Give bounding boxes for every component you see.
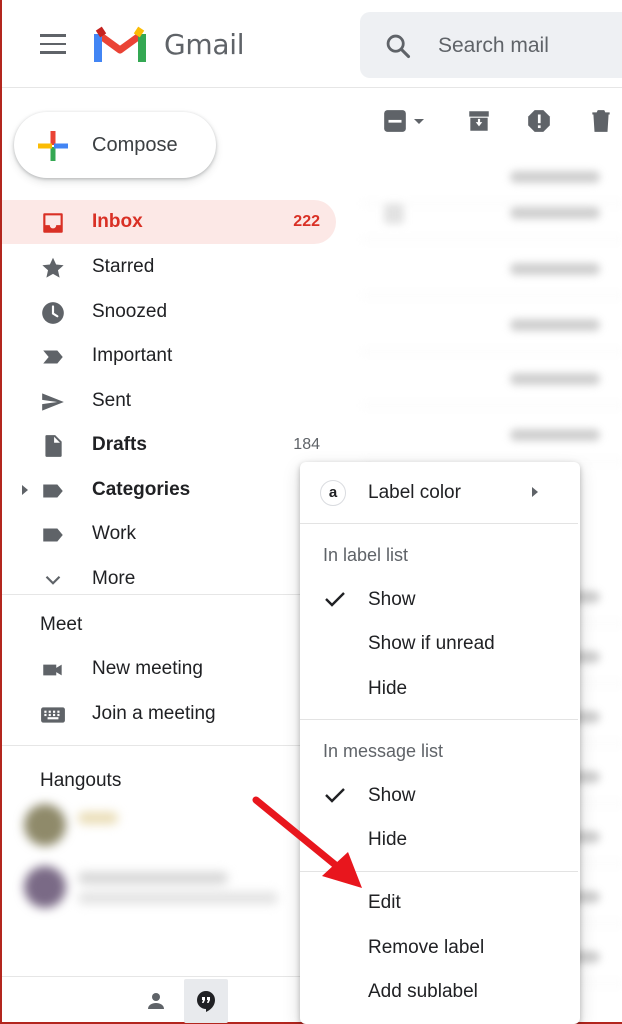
expand-arrow-icon[interactable] xyxy=(20,484,30,496)
hangout-contact[interactable] xyxy=(24,800,284,852)
search-bar[interactable]: Search mail xyxy=(360,12,622,78)
sidebar-item-label: Drafts xyxy=(92,434,147,455)
plus-icon xyxy=(38,131,68,161)
person-icon[interactable] xyxy=(144,989,168,1013)
list-item[interactable] xyxy=(362,244,622,296)
sidebar-item-label: Inbox xyxy=(92,211,143,232)
top-header: Gmail Search mail xyxy=(2,0,622,88)
hangout-contact[interactable] xyxy=(24,862,284,914)
edit-label-option[interactable]: Edit xyxy=(300,881,578,925)
sidebar-item-categories[interactable]: Categories xyxy=(2,468,336,512)
sidebar-item-label: Important xyxy=(92,345,173,366)
menu-item-label: Show xyxy=(368,785,416,806)
label-list-show-if-unread-option[interactable]: Show if unread xyxy=(300,622,578,666)
chevron-down-icon xyxy=(45,575,61,585)
star-icon xyxy=(42,257,64,278)
label-icon xyxy=(43,528,63,542)
avatar xyxy=(24,804,66,846)
label-color-item[interactable]: a Label color xyxy=(300,471,578,515)
draft-count: 184 xyxy=(293,436,320,453)
label-list-hide-option[interactable]: Hide xyxy=(300,667,578,711)
meet-section-title: Meet xyxy=(40,614,83,635)
sidebar-item-work[interactable]: Work xyxy=(2,512,336,556)
archive-icon[interactable] xyxy=(466,108,492,134)
new-meeting-button[interactable]: New meeting xyxy=(2,647,336,691)
in-message-list-heading: In message list xyxy=(323,741,444,761)
label-list-show-option[interactable]: Show xyxy=(300,578,578,622)
hangouts-section-title: Hangouts xyxy=(40,770,122,791)
menu-item-label: Remove label xyxy=(368,937,485,958)
keyboard-icon xyxy=(41,707,65,723)
draft-icon xyxy=(45,435,62,457)
compose-label: Compose xyxy=(92,134,178,156)
list-item[interactable] xyxy=(362,188,622,240)
menu-item-label: Add sublabel xyxy=(368,981,478,1002)
inbox-icon xyxy=(43,213,63,233)
delete-icon[interactable] xyxy=(588,108,614,134)
select-dropdown-icon[interactable] xyxy=(412,108,426,134)
divider xyxy=(2,594,302,595)
main-menu-icon[interactable] xyxy=(40,34,66,54)
sidebar-item-starred[interactable]: Starred xyxy=(2,245,336,289)
list-item[interactable] xyxy=(362,410,622,462)
remove-label-option[interactable]: Remove label xyxy=(300,926,578,970)
list-item[interactable] xyxy=(362,300,622,352)
sidebar-item-inbox[interactable]: Inbox 222 xyxy=(2,200,336,244)
gmail-wordmark: Gmail xyxy=(164,28,245,61)
label-context-menu: a Label color In label list Show Show if… xyxy=(300,462,580,1024)
add-sublabel-option[interactable]: Add sublabel xyxy=(300,970,578,1014)
list-item[interactable] xyxy=(362,354,622,406)
clock-icon xyxy=(42,302,64,324)
gmail-logo[interactable] xyxy=(94,26,146,64)
mail-toolbar xyxy=(362,98,622,148)
sidebar-footer xyxy=(2,976,302,1023)
sidebar-item-label: Starred xyxy=(92,256,155,277)
checkmark-icon xyxy=(325,592,345,607)
menu-item-label: Show xyxy=(368,589,416,610)
message-list-show-option[interactable]: Show xyxy=(300,774,578,818)
search-icon[interactable] xyxy=(384,32,412,60)
compose-button[interactable]: Compose xyxy=(14,112,216,178)
send-icon xyxy=(42,393,64,411)
important-icon xyxy=(43,350,63,364)
label-color-swatch-icon: a xyxy=(320,480,346,506)
sidebar-item-snoozed[interactable]: Snoozed xyxy=(2,290,336,334)
sidebar-item-label: Sent xyxy=(92,390,132,411)
menu-item-label: Hide xyxy=(368,678,408,699)
report-spam-icon[interactable] xyxy=(526,108,552,134)
label-icon xyxy=(43,484,63,498)
divider xyxy=(2,745,302,746)
hangouts-icon xyxy=(197,991,215,1012)
join-meeting-label: Join a meeting xyxy=(92,703,216,724)
divider xyxy=(300,523,578,524)
join-meeting-button[interactable]: Join a meeting xyxy=(2,692,336,736)
new-meeting-label: New meeting xyxy=(92,658,203,679)
avatar xyxy=(24,866,66,908)
sidebar-item-important[interactable]: Important xyxy=(2,334,336,378)
sidebar-item-drafts[interactable]: Drafts 184 xyxy=(2,423,336,467)
submenu-arrow-icon xyxy=(532,487,538,497)
sidebar-item-label: More xyxy=(92,568,136,589)
in-label-list-heading: In label list xyxy=(323,545,409,565)
menu-item-label: Edit xyxy=(368,892,401,913)
menu-item-label: Show if unread xyxy=(368,633,495,654)
search-input[interactable]: Search mail xyxy=(438,34,549,58)
menu-item-label: Label color xyxy=(368,482,461,503)
message-list-hide-option[interactable]: Hide xyxy=(300,818,578,862)
sidebar-item-label: Snoozed xyxy=(92,301,168,322)
divider xyxy=(300,719,578,720)
hangouts-tab[interactable] xyxy=(184,979,228,1023)
video-camera-icon xyxy=(43,664,62,676)
unread-count: 222 xyxy=(293,213,320,230)
menu-item-label: Hide xyxy=(368,829,408,850)
divider xyxy=(300,871,578,872)
sidebar-item-label: Categories xyxy=(92,479,191,500)
sidebar-item-sent[interactable]: Sent xyxy=(2,379,336,423)
select-checkbox-icon[interactable] xyxy=(382,108,408,134)
checkmark-icon xyxy=(325,788,345,803)
sidebar-item-label: Work xyxy=(92,523,136,544)
